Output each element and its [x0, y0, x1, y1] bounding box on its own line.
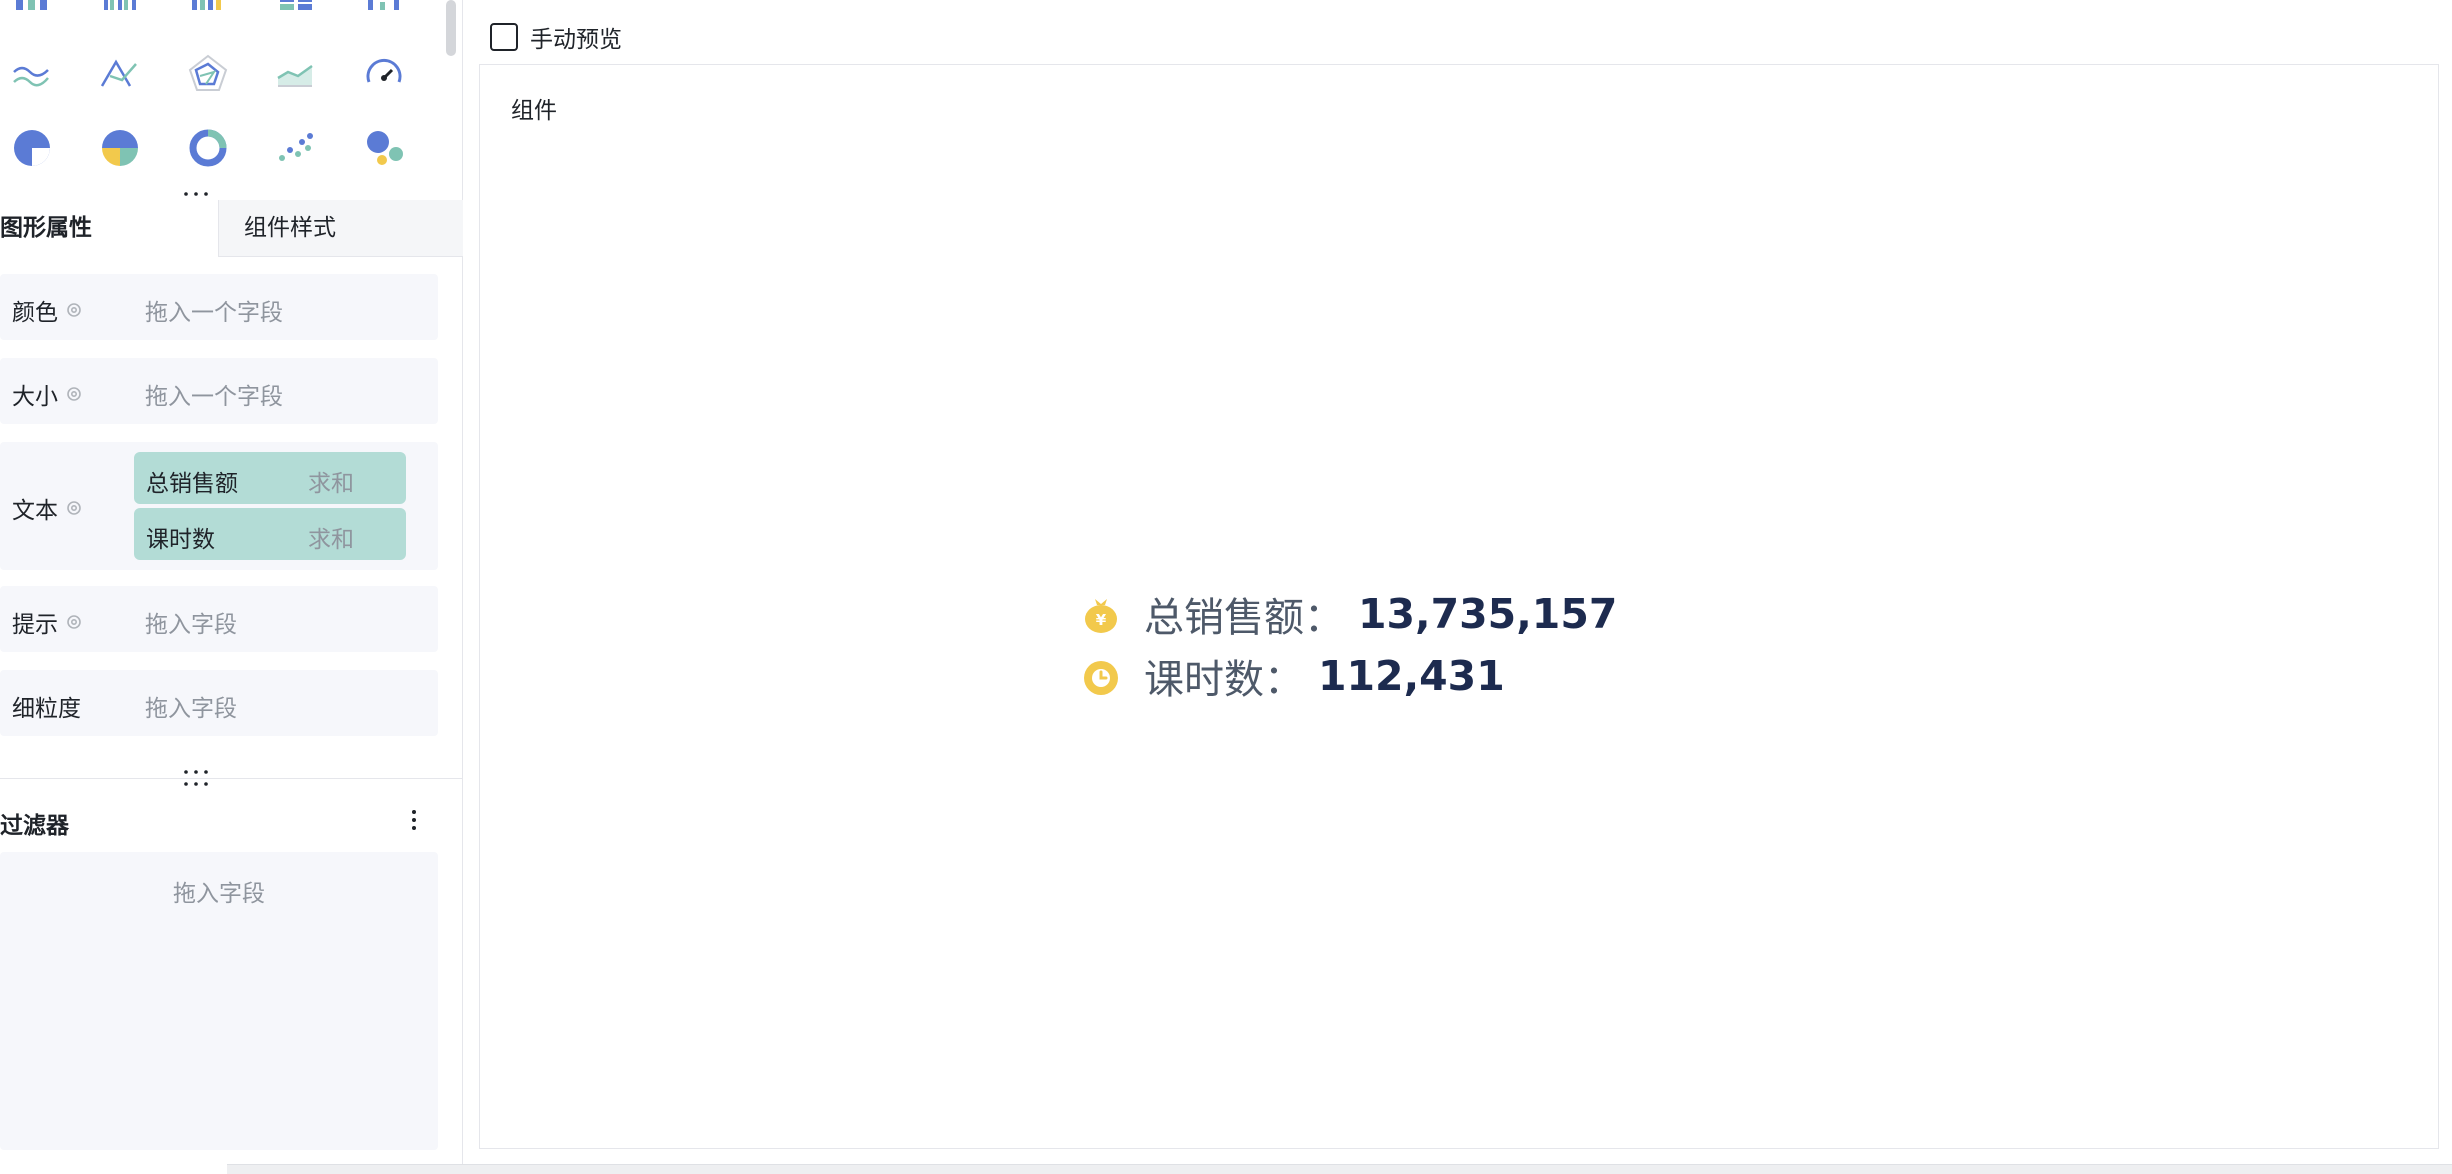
app-root: 图形属性 组件样式 颜色 拖入一个字段 大小 拖入一个字段 文本 总销售额 求和… — [0, 0, 2452, 1174]
pie-chart-icon[interactable] — [8, 124, 56, 172]
kpi-colon: ： — [1264, 657, 1304, 703]
gear-icon[interactable] — [64, 612, 84, 632]
pill-aggregation[interactable]: 求和 — [308, 464, 354, 498]
wave-line-chart-icon[interactable] — [8, 50, 56, 98]
property-text-label-group: 文本 — [12, 491, 84, 525]
size-drop-zone[interactable]: 拖入一个字段 — [145, 377, 283, 411]
gauge-chart-icon[interactable] — [360, 50, 408, 98]
property-color-row: 颜色 拖入一个字段 — [0, 274, 438, 340]
color-drop-zone[interactable]: 拖入一个字段 — [145, 293, 283, 327]
left-panel-scrollbar[interactable] — [446, 0, 456, 56]
filter-drop-placeholder: 拖入字段 — [173, 881, 265, 907]
kpi-label: 总销售额 — [1144, 595, 1304, 641]
kpi-total-sales: ¥ 总销售额 ： 13,735,157 — [1080, 585, 1617, 643]
kpi-class-hours: 课时数 ： 112,431 — [1080, 647, 1505, 705]
more-vertical-icon[interactable] — [402, 806, 426, 834]
property-tabs: 图形属性 组件样式 — [0, 200, 463, 257]
scatter-chart-icon[interactable] — [272, 124, 320, 172]
radar-chart-icon[interactable] — [184, 50, 232, 98]
property-tooltip-label: 提示 — [12, 612, 58, 638]
pill-field-name: 总销售额 — [146, 471, 238, 497]
property-size-row: 大小 拖入一个字段 — [0, 358, 438, 424]
section-divider — [0, 778, 463, 779]
property-color-label: 颜色 — [12, 300, 58, 326]
manual-preview-checkbox[interactable] — [490, 23, 518, 51]
left-panel: 图形属性 组件样式 颜色 拖入一个字段 大小 拖入一个字段 文本 总销售额 求和… — [0, 0, 463, 1174]
gear-icon[interactable] — [64, 384, 84, 404]
property-text-label: 文本 — [12, 498, 58, 524]
donut-chart-icon[interactable] — [184, 124, 232, 172]
pill-field-name: 课时数 — [146, 527, 215, 553]
money-bag-icon: ¥ — [1080, 593, 1122, 635]
pill-aggregation[interactable]: 求和 — [308, 520, 354, 554]
property-granularity-row: 细粒度 拖入字段 — [0, 670, 438, 736]
property-tooltip-label-group: 提示 — [12, 605, 84, 639]
kpi-colon: ： — [1304, 595, 1344, 641]
text-field-pill[interactable]: 课时数 求和 — [134, 508, 406, 560]
svg-text:¥: ¥ — [1096, 611, 1107, 629]
clock-icon — [1080, 655, 1122, 697]
property-tooltip-row: 提示 拖入字段 — [0, 586, 438, 652]
kpi-value: 112,431 — [1318, 652, 1505, 700]
filter-title: 过滤器 — [0, 813, 69, 839]
quadrant-pie-chart-icon[interactable] — [96, 124, 144, 172]
property-granularity-label: 细粒度 — [12, 696, 81, 722]
tab-graphic-properties[interactable]: 图形属性 — [0, 200, 218, 257]
granularity-drop-zone[interactable]: 拖入字段 — [145, 689, 237, 723]
property-granularity-label-group: 细粒度 — [12, 689, 81, 723]
manual-preview-toggle[interactable]: 手动预览 — [490, 20, 622, 54]
gear-icon[interactable] — [64, 300, 84, 320]
property-size-label: 大小 — [12, 384, 58, 410]
text-field-pill[interactable]: 总销售额 求和 — [134, 452, 406, 504]
grouped-bar-chart-icon[interactable] — [96, 0, 144, 24]
bar-chart-icon[interactable] — [8, 0, 56, 24]
kpi-label: 课时数 — [1144, 657, 1264, 703]
step-chart-icon[interactable] — [360, 0, 408, 24]
filter-drop-zone[interactable]: 拖入字段 — [0, 852, 438, 1150]
bubble-chart-icon[interactable] — [360, 124, 408, 172]
tab-component-style[interactable]: 组件样式 — [218, 200, 463, 257]
gear-icon[interactable] — [64, 498, 84, 518]
property-size-label-group: 大小 — [12, 377, 84, 411]
property-text-row: 文本 总销售额 求和 课时数 求和 — [0, 442, 438, 570]
area-chart-icon[interactable] — [272, 50, 320, 98]
layout-bar-chart-icon[interactable] — [272, 0, 320, 24]
chart-type-grid — [0, 0, 440, 190]
component-label: 组件 — [511, 98, 557, 124]
preview-canvas: 组件 ¥ 总销售额 ： 13,735,157 课时数 ： 112,431 — [479, 64, 2439, 1149]
tooltip-drop-zone[interactable]: 拖入字段 — [145, 605, 237, 639]
manual-preview-label: 手动预览 — [530, 27, 622, 53]
horizontal-scrollbar[interactable] — [227, 1164, 2452, 1174]
kpi-value: 13,735,157 — [1358, 590, 1618, 638]
property-color-label-group: 颜色 — [12, 293, 84, 327]
cross-line-chart-icon[interactable] — [96, 50, 144, 98]
multi-bar-chart-icon[interactable] — [184, 0, 232, 24]
